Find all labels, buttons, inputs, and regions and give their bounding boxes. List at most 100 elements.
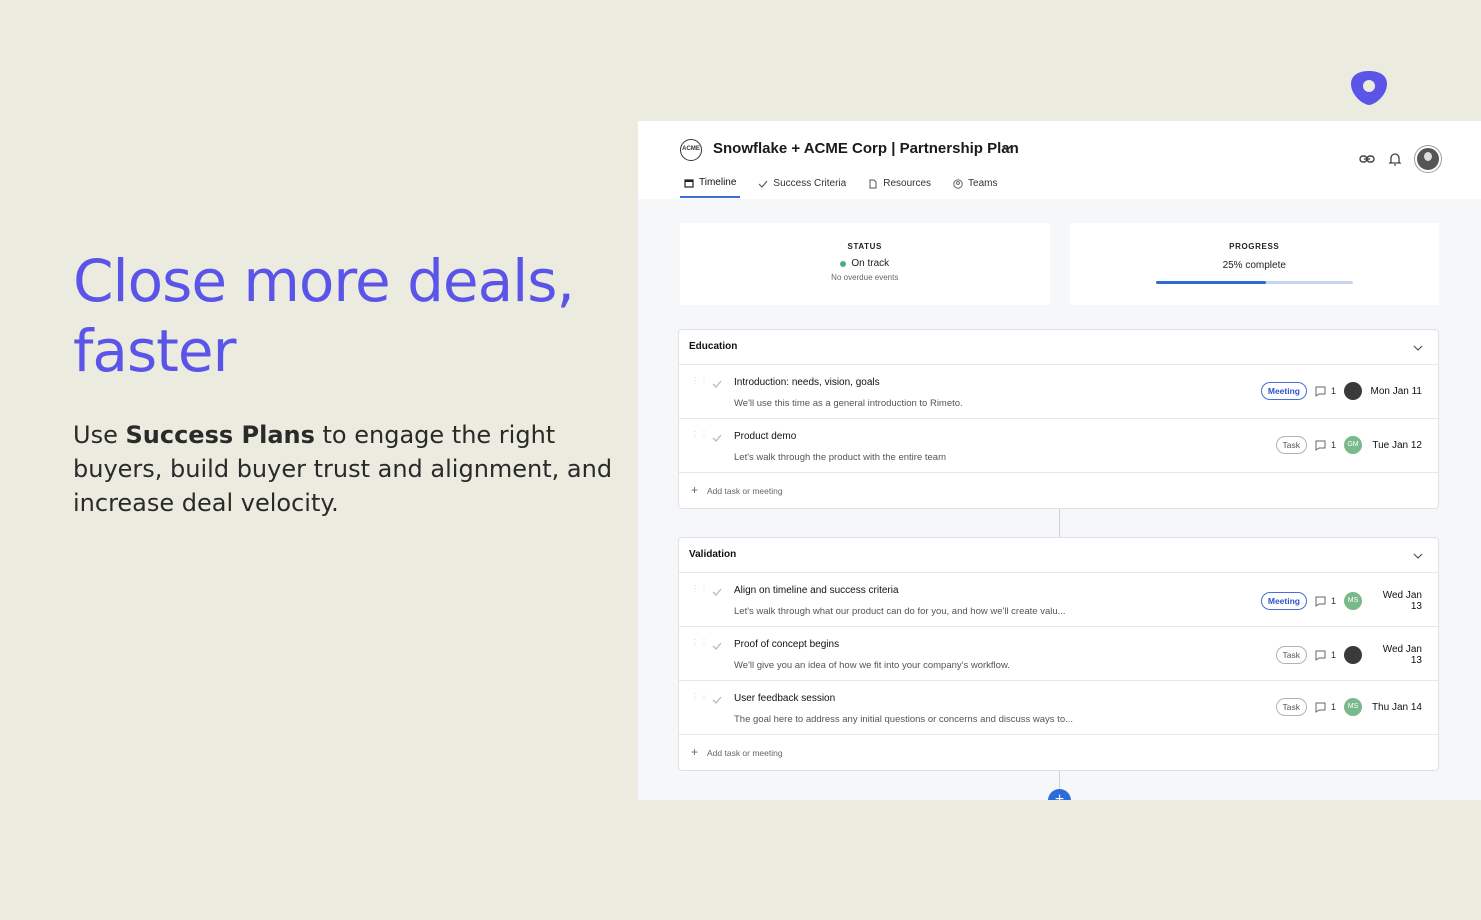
add-task-label: Add task or meeting: [707, 748, 783, 758]
user-avatar[interactable]: [1415, 146, 1441, 172]
progress-card: PROGRESS 25% complete: [1069, 223, 1439, 305]
task-meta: Meeting 1 MS Wed Jan 13: [1260, 590, 1422, 612]
comment-count[interactable]: 1: [1315, 386, 1336, 397]
due-date: Thu Jan 14: [1371, 701, 1422, 713]
section-header[interactable]: Education: [679, 330, 1438, 365]
timeline-connector: [1059, 509, 1060, 537]
comment-icon: [1315, 650, 1326, 661]
task-row[interactable]: ⋮⋮ Align on timeline and success criteri…: [679, 573, 1438, 627]
comment-count[interactable]: 1: [1315, 650, 1336, 661]
chevron-down-icon[interactable]: [1000, 141, 1014, 155]
due-date: Mon Jan 11: [1370, 385, 1422, 397]
assignee-avatar: [1344, 646, 1362, 664]
drag-handle-icon[interactable]: ⋮⋮: [691, 431, 708, 443]
task-type-badge: Meeting: [1260, 592, 1307, 610]
plus-icon: +: [691, 483, 699, 497]
section-validation: Validation ⋮⋮ Align on timeline and succ…: [678, 537, 1439, 771]
drag-handle-icon[interactable]: ⋮⋮: [691, 693, 708, 705]
task-name: User feedback session: [734, 693, 836, 704]
tab-label: Resources: [883, 178, 932, 189]
status-subtext: No overdue events: [831, 273, 899, 282]
plan-title[interactable]: Snowflake + ACME Corp | Partnership Plan: [713, 140, 1019, 157]
status-label: STATUS: [847, 242, 882, 251]
document-icon: [869, 179, 877, 188]
drag-handle-icon[interactable]: ⋮⋮: [691, 639, 708, 651]
add-task-button[interactable]: + Add task or meeting: [679, 735, 1438, 770]
task-description: Let's walk through the product with the …: [734, 452, 946, 463]
progress-fill: [1155, 281, 1267, 284]
tab-label: Success Criteria: [773, 178, 847, 189]
chevron-down-icon[interactable]: [1412, 550, 1424, 562]
tab-teams[interactable]: Teams: [949, 173, 1001, 198]
app-header: ACME Snowflake + ACME Corp | Partnership…: [638, 121, 1481, 199]
task-type-badge: Task: [1275, 646, 1307, 664]
status-line: On track: [680, 258, 1050, 269]
hero-title: Close more deals, faster: [73, 247, 575, 385]
hero-description: Use Success Plans to engage the right bu…: [73, 418, 618, 520]
task-row[interactable]: ⋮⋮ Proof of concept begins We'll give yo…: [679, 627, 1438, 681]
drag-handle-icon[interactable]: ⋮⋮: [691, 377, 708, 389]
comment-icon: [1315, 386, 1326, 397]
tab-label: Timeline: [699, 177, 737, 188]
task-row[interactable]: ⋮⋮ Introduction: needs, vision, goals We…: [679, 365, 1438, 419]
assignee-avatar: MS: [1344, 698, 1362, 716]
comment-icon: [1315, 440, 1326, 451]
comment-count-value: 1: [1330, 596, 1336, 606]
check-icon[interactable]: [711, 432, 723, 444]
hero-desc-prefix: Use: [73, 421, 126, 449]
header-actions: [1359, 146, 1441, 172]
task-name: Align on timeline and success criteria: [734, 585, 899, 596]
status-card: STATUS On track No overdue events: [680, 223, 1050, 305]
success-plan-app: ACME Snowflake + ACME Corp | Partnership…: [638, 121, 1481, 800]
section-title: Education: [689, 341, 738, 352]
due-date: Wed Jan 13: [1382, 590, 1422, 612]
hero-desc-emphasis: Success Plans: [125, 421, 315, 449]
comment-count[interactable]: 1: [1315, 596, 1336, 607]
status-dot: [840, 260, 847, 267]
task-type-badge: Task: [1275, 698, 1307, 716]
timeline-connector: [1059, 771, 1060, 791]
plus-icon: +: [691, 745, 699, 759]
check-icon: [759, 180, 768, 188]
progress-label: PROGRESS: [1229, 242, 1280, 251]
check-icon[interactable]: [711, 378, 723, 390]
user-circle-icon: [953, 178, 963, 189]
add-section-button[interactable]: +: [1048, 789, 1071, 800]
task-meta: Task 1 MS Thu Jan 14: [1275, 698, 1422, 716]
comment-icon: [1315, 596, 1326, 607]
section-header[interactable]: Validation: [679, 538, 1438, 573]
drag-handle-icon[interactable]: ⋮⋮: [691, 585, 708, 597]
task-name: Proof of concept begins: [734, 639, 840, 650]
comment-count[interactable]: 1: [1315, 440, 1336, 451]
task-meta: Meeting 1 Mon Jan 11: [1260, 382, 1422, 400]
check-icon[interactable]: [711, 586, 723, 598]
bell-icon[interactable]: [1387, 151, 1403, 167]
section-education: Education ⋮⋮ Introduction: needs, vision…: [678, 329, 1439, 509]
check-icon[interactable]: [711, 640, 723, 652]
comment-count-value: 1: [1330, 702, 1336, 712]
assignee-avatar: [1344, 382, 1362, 400]
task-meta: Task 1 Wed Jan 13: [1275, 644, 1422, 666]
task-meta: Task 1 GM Tue Jan 12: [1275, 436, 1422, 454]
comment-count-value: 1: [1330, 386, 1336, 396]
chevron-down-icon[interactable]: [1412, 342, 1424, 354]
task-type-badge: Meeting: [1260, 382, 1307, 400]
due-date: Wed Jan 13: [1382, 644, 1422, 666]
comment-count[interactable]: 1: [1315, 702, 1336, 713]
task-description: We'll give you an idea of how we fit int…: [734, 660, 1010, 671]
tab-success-criteria[interactable]: Success Criteria: [754, 173, 850, 198]
summary-cards: STATUS On track No overdue events PROGRE…: [680, 223, 1439, 305]
add-task-button[interactable]: + Add task or meeting: [679, 473, 1438, 508]
check-icon[interactable]: [711, 694, 723, 706]
task-row[interactable]: ⋮⋮ Product demo Let's walk through the p…: [679, 419, 1438, 473]
status-value: On track: [851, 258, 890, 269]
assignee-avatar: MS: [1344, 592, 1362, 610]
progress-bar: [1155, 281, 1353, 284]
tab-bar: Timeline Success Criteria Resources Team…: [680, 173, 1002, 198]
tab-resources[interactable]: Resources: [864, 173, 935, 198]
task-row[interactable]: ⋮⋮ User feedback session The goal here t…: [679, 681, 1438, 735]
tab-timeline[interactable]: Timeline: [680, 173, 741, 198]
task-name: Introduction: needs, vision, goals: [734, 377, 880, 388]
link-icon[interactable]: [1359, 151, 1375, 167]
progress-text: 25% complete: [1222, 260, 1286, 271]
